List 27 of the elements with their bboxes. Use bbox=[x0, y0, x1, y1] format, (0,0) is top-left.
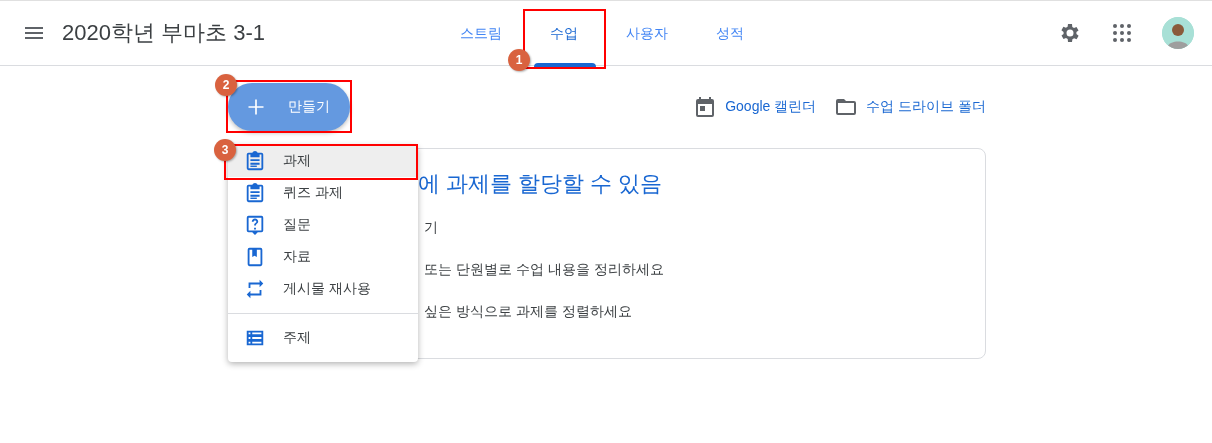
nav-tab[interactable]: 성적 bbox=[694, 1, 766, 66]
card-text: 또는 단원별로 수업 내용을 정리하세요 bbox=[424, 261, 665, 279]
calendar-link[interactable]: Google 캘린더 bbox=[693, 95, 817, 119]
step-badge: 3 bbox=[214, 139, 236, 161]
menu-item[interactable]: 질문 bbox=[228, 209, 418, 241]
menu-item[interactable]: 주제 bbox=[228, 322, 418, 354]
step-badge: 2 bbox=[215, 74, 237, 96]
card-text: 기 bbox=[424, 219, 439, 237]
apps-grid-icon[interactable] bbox=[1110, 21, 1134, 45]
plus-icon bbox=[246, 97, 266, 117]
clipboard-icon bbox=[244, 150, 266, 172]
step-badge: 1 bbox=[508, 49, 530, 71]
menu-item[interactable]: 퀴즈 과제 bbox=[228, 177, 418, 209]
repeat-icon bbox=[244, 278, 266, 300]
card-title: 에 과제를 할당할 수 있음 bbox=[418, 170, 664, 198]
clipboard-icon bbox=[244, 182, 266, 204]
nav-tab[interactable]: 사용자 bbox=[611, 1, 683, 66]
avatar-icon[interactable] bbox=[1162, 17, 1194, 49]
create-button[interactable]: 만들기 bbox=[228, 83, 350, 131]
menu-item[interactable]: 게시물 재사용 bbox=[228, 273, 418, 305]
class-title: 2020학년 부마초 3-1 bbox=[62, 19, 265, 47]
nav-tab[interactable]: 수업 bbox=[528, 1, 600, 66]
card-text: 싶은 방식으로 과제를 정렬하세요 bbox=[424, 303, 633, 321]
menu-item[interactable]: 과제 bbox=[228, 145, 418, 177]
question-icon bbox=[244, 214, 266, 236]
menu-item[interactable]: 자료 bbox=[228, 241, 418, 273]
drive-folder-link[interactable]: 수업 드라이브 폴더 bbox=[834, 95, 986, 119]
